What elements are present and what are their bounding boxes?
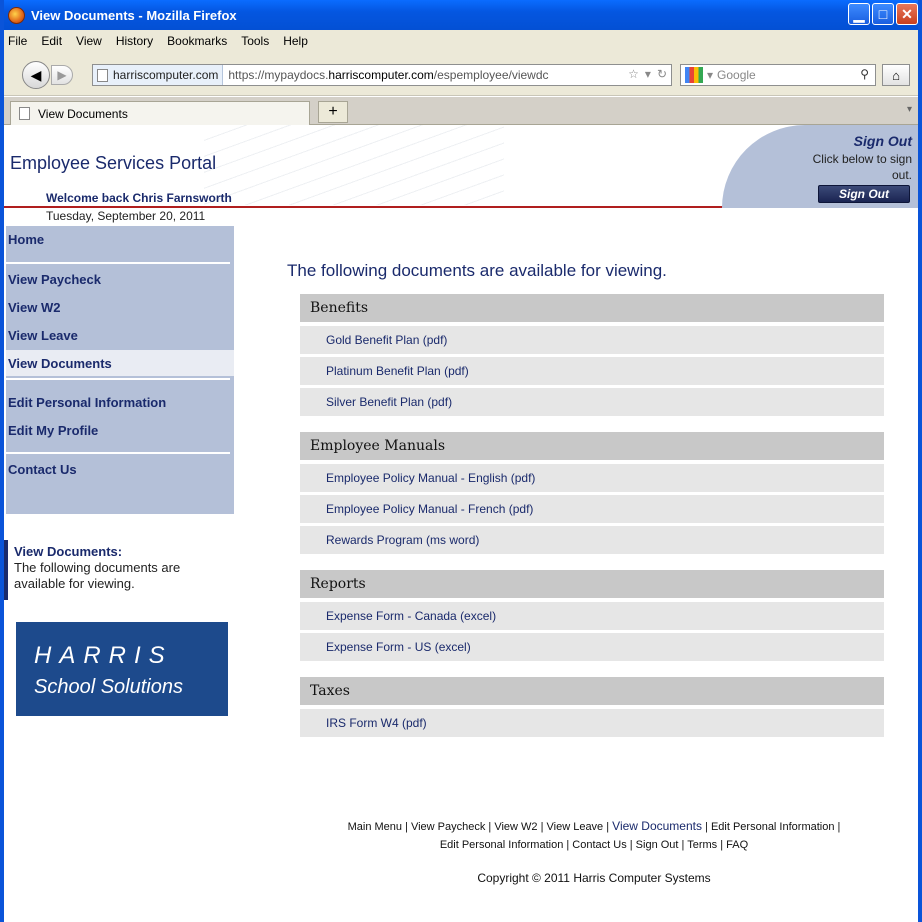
tab-bar: View Documents + ▾ xyxy=(4,97,918,125)
section-heading: Reports xyxy=(300,570,884,598)
page-icon xyxy=(97,68,108,82)
title-bar[interactable]: View Documents - Mozilla Firefox ▁ □ ✕ xyxy=(4,0,918,30)
tab-list-icon[interactable]: ▾ xyxy=(907,104,912,115)
url-text[interactable]: https://mypaydocs.harriscomputer.com/esp… xyxy=(223,68,593,82)
signout-heading[interactable]: Sign Out xyxy=(854,133,912,149)
sidebar-divider xyxy=(6,262,230,264)
back-arrow-icon[interactable]: ◀ xyxy=(22,61,50,89)
site-label: harriscomputer.com xyxy=(113,68,219,82)
sidebar-item-edit-my-profile[interactable]: Edit My Profile xyxy=(6,417,234,443)
reload-icon[interactable]: ↻ xyxy=(657,67,667,81)
portal-title: Employee Services Portal xyxy=(10,153,217,173)
search-engine-dropdown-icon[interactable]: ▾ xyxy=(707,68,713,82)
signout-subtext: Click below to sign out. xyxy=(812,152,912,182)
section-heading: Benefits xyxy=(300,294,884,322)
footer-links-a[interactable]: Main Menu | View Paycheck | View W2 | Vi… xyxy=(348,821,613,833)
document-link[interactable]: IRS Form W4 (pdf) xyxy=(300,709,884,737)
new-tab-button[interactable]: + xyxy=(318,101,348,123)
menu-view[interactable]: View xyxy=(76,34,102,48)
document-link[interactable]: Expense Form - Canada (excel) xyxy=(300,602,884,630)
forward-arrow-icon[interactable]: ▶ xyxy=(51,65,73,85)
google-icon[interactable] xyxy=(685,67,703,83)
section-heading: Employee Manuals xyxy=(300,432,884,460)
sidebar-item-contact-us[interactable]: Contact Us xyxy=(6,456,234,482)
footer-links: Main Menu | View Paycheck | View W2 | Vi… xyxy=(304,817,884,854)
sidebar-item-view-leave[interactable]: View Leave xyxy=(6,322,234,348)
document-link[interactable]: Employee Policy Manual - French (pdf) xyxy=(300,495,884,523)
sidebar-item-edit-personal-information[interactable]: Edit Personal Information xyxy=(6,389,234,415)
footer-current-link[interactable]: View Documents xyxy=(612,819,702,833)
page-title: The following documents are available fo… xyxy=(287,261,667,280)
page-icon xyxy=(19,107,30,120)
current-date: Tuesday, September 20, 2011 xyxy=(46,209,206,223)
menu-edit[interactable]: Edit xyxy=(41,34,62,48)
search-placeholder: Google xyxy=(717,68,756,82)
dropdown-icon[interactable]: ▾ xyxy=(645,67,651,81)
sidebar-item-view-documents[interactable]: View Documents xyxy=(6,350,234,376)
menu-help[interactable]: Help xyxy=(283,34,308,48)
document-link[interactable]: Platinum Benefit Plan (pdf) xyxy=(300,357,884,385)
document-link[interactable]: Employee Policy Manual - English (pdf) xyxy=(300,464,884,492)
navigation-toolbar: ◀ ▶ harriscomputer.com https://mypaydocs… xyxy=(4,52,918,96)
bookmark-star-icon[interactable]: ☆ xyxy=(628,67,639,81)
page-info-box: View Documents: The following documents … xyxy=(4,540,232,600)
section-heading: Taxes xyxy=(300,677,884,705)
signout-button[interactable]: Sign Out xyxy=(818,185,910,203)
copyright: Copyright © 2011 Harris Computer Systems xyxy=(477,871,711,885)
web-page: Employee Services Portal Welcome back Ch… xyxy=(4,125,918,922)
sidebar-item-view-w2[interactable]: View W2 xyxy=(6,294,234,320)
info-text: The following documents are available fo… xyxy=(14,560,181,591)
sidebar-divider xyxy=(6,378,230,380)
footer-links-b[interactable]: | Edit Personal Information | xyxy=(702,821,840,833)
document-link[interactable]: Rewards Program (ms word) xyxy=(300,526,884,554)
window-title: View Documents - Mozilla Firefox xyxy=(31,7,237,23)
firefox-icon xyxy=(8,6,25,24)
menu-bar: File Edit View History Bookmarks Tools H… xyxy=(4,30,918,52)
sidebar-item-home[interactable]: Home xyxy=(6,226,234,252)
sidebar-divider xyxy=(6,452,230,454)
harris-logo: HARRIS School Solutions xyxy=(16,622,228,716)
home-icon[interactable]: ⌂ xyxy=(882,64,910,86)
welcome-text: Welcome back Chris Farnsworth xyxy=(46,191,232,205)
tab-label: View Documents xyxy=(38,106,128,121)
sidebar-item-view-paycheck[interactable]: View Paycheck xyxy=(6,266,234,292)
header-decoration xyxy=(204,125,504,205)
tab-view-documents[interactable]: View Documents xyxy=(10,101,310,125)
info-title: View Documents: xyxy=(14,544,123,559)
sidebar-nav: Home View Paycheck View W2 View Leave Vi… xyxy=(6,226,234,514)
logo-line-2: School Solutions xyxy=(34,676,183,698)
portal-header: Employee Services Portal Welcome back Ch… xyxy=(4,125,918,223)
logo-line-1: HARRIS xyxy=(34,642,173,669)
search-box[interactable]: ▾ Google ⚲ xyxy=(680,64,876,86)
document-link[interactable]: Gold Benefit Plan (pdf) xyxy=(300,326,884,354)
menu-bookmarks[interactable]: Bookmarks xyxy=(167,34,227,48)
menu-history[interactable]: History xyxy=(116,34,153,48)
signout-panel: Sign Out Click below to sign out. Sign O… xyxy=(722,125,918,208)
address-bar[interactable]: harriscomputer.com https://mypaydocs.har… xyxy=(92,64,672,86)
menu-file[interactable]: File xyxy=(8,34,27,48)
close-button[interactable]: ✕ xyxy=(896,3,918,25)
menu-tools[interactable]: Tools xyxy=(241,34,269,48)
document-link[interactable]: Expense Form - US (excel) xyxy=(300,633,884,661)
document-link[interactable]: Silver Benefit Plan (pdf) xyxy=(300,388,884,416)
footer-links-line2[interactable]: Edit Personal Information | Contact Us |… xyxy=(304,836,884,854)
site-identity-button[interactable]: harriscomputer.com xyxy=(93,65,224,85)
browser-window: View Documents - Mozilla Firefox ▁ □ ✕ F… xyxy=(0,0,922,922)
minimize-button[interactable]: ▁ xyxy=(848,3,870,25)
maximize-button[interactable]: □ xyxy=(872,3,894,25)
search-icon[interactable]: ⚲ xyxy=(860,67,869,81)
